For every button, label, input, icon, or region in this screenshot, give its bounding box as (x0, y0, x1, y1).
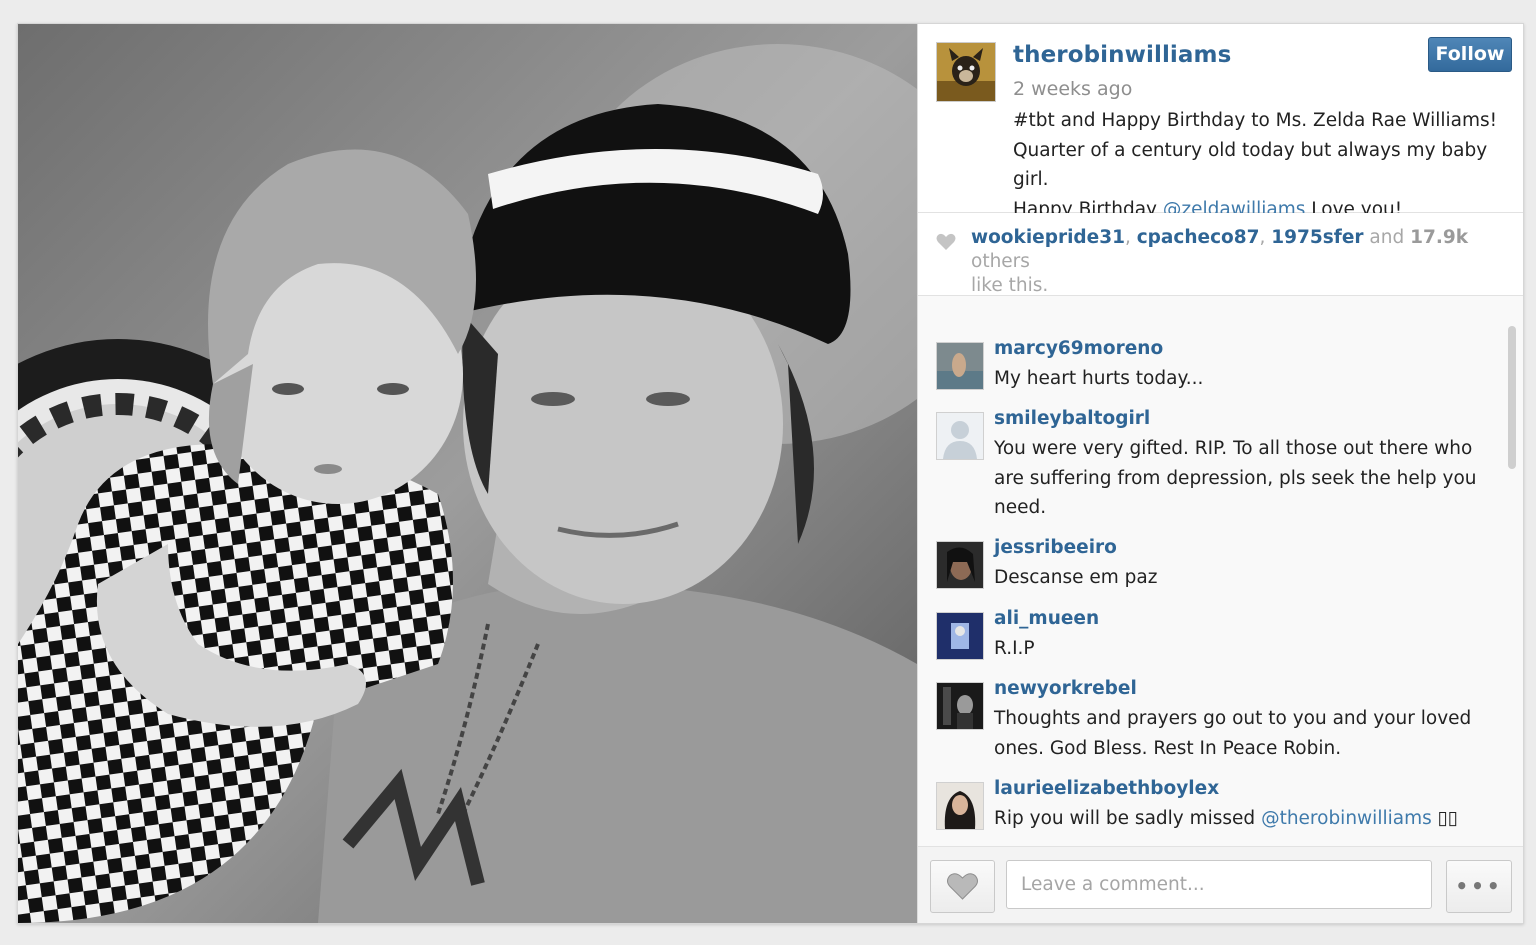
comment-input[interactable] (1006, 860, 1432, 909)
commenter-avatar[interactable] (936, 682, 984, 730)
comment-text: R.I.P (994, 638, 1035, 659)
post-photo[interactable] (18, 24, 917, 923)
comment-text-part: ▯▯ (1431, 808, 1458, 829)
instagram-post-card: therobinwilliams 2 weeks ago Follow #tbt… (17, 23, 1524, 924)
commenter-avatar-image (937, 343, 983, 389)
comment-text: Thoughts and prayers go out to you and y… (994, 708, 1472, 759)
comment-text: My heart hurts today... (994, 368, 1204, 389)
comment-text: Rip you will be sadly missed @therobinwi… (994, 804, 1499, 834)
commenter-avatar[interactable] (936, 782, 984, 830)
commenter-avatar[interactable] (936, 342, 984, 390)
comment-username[interactable]: ali_mueen (994, 608, 1099, 629)
liker-link[interactable]: cpacheco87 (1137, 227, 1260, 248)
comment-text: You were very gifted. RIP. To all those … (994, 438, 1477, 518)
commenter-avatar[interactable] (936, 412, 984, 460)
comment-text: Descanse em paz (994, 567, 1158, 588)
comment-mention-link[interactable]: @therobinwilliams (1261, 808, 1432, 829)
post-caption: #tbt and Happy Birthday to Ms. Zelda Rae… (1013, 106, 1518, 224)
likes-and: and (1363, 227, 1411, 248)
comment-username[interactable]: laurieelizabethboylex (994, 778, 1219, 799)
liker-link[interactable]: 1975sfer (1271, 227, 1363, 248)
default-avatar-icon (937, 413, 983, 459)
commenter-avatar[interactable] (936, 541, 984, 589)
commenter-avatar-image (937, 783, 983, 829)
likes-separator: , (1259, 227, 1272, 248)
commenter-avatar-image (937, 683, 983, 729)
owner-avatar[interactable] (936, 42, 996, 102)
liker-link[interactable]: wookiepride31 (971, 227, 1125, 248)
post-timestamp[interactable]: 2 weeks ago (1013, 78, 1132, 100)
post-photo-image (18, 24, 917, 923)
heart-icon (936, 233, 956, 250)
commenter-avatar-image (937, 613, 983, 659)
likes-separator: , (1124, 227, 1137, 248)
follow-button[interactable]: Follow (1428, 37, 1512, 72)
post-side-panel: therobinwilliams 2 weeks ago Follow #tbt… (917, 24, 1523, 923)
comments-scrollbar[interactable] (1508, 326, 1516, 469)
comments-list[interactable]: marcy69moreno My heart hurts today... sm… (918, 296, 1523, 846)
owner-avatar-image (937, 43, 995, 101)
post-header: therobinwilliams 2 weeks ago Follow #tbt… (918, 24, 1523, 220)
commenter-avatar[interactable] (936, 612, 984, 660)
like-button[interactable] (930, 860, 995, 913)
commenter-avatar-image (937, 542, 983, 588)
more-options-button[interactable]: ••• (1446, 860, 1512, 913)
likes-text: wookiepride31, cpacheco87, 1975sfer and … (971, 226, 1511, 298)
likes-summary: wookiepride31, cpacheco87, 1975sfer and … (918, 213, 1523, 298)
comment-username[interactable]: marcy69moreno (994, 338, 1163, 359)
comment-username[interactable]: newyorkrebel (994, 678, 1137, 699)
likes-tail: like this. (971, 275, 1049, 296)
comment-username[interactable]: jessribeeiro (994, 537, 1117, 558)
caption-line: #tbt and Happy Birthday to Ms. Zelda Rae… (1013, 110, 1498, 131)
caption-line: Quarter of a century old today but alway… (1013, 139, 1488, 191)
post-footer: ••• (918, 846, 1523, 923)
heart-icon (947, 873, 978, 900)
likes-count[interactable]: 17.9k (1410, 227, 1468, 248)
comment-username[interactable]: smileybaltogirl (994, 408, 1150, 429)
owner-username[interactable]: therobinwilliams (1013, 42, 1231, 68)
comment-text-part: Rip you will be sadly missed (994, 808, 1262, 829)
likes-others: others (971, 251, 1030, 272)
